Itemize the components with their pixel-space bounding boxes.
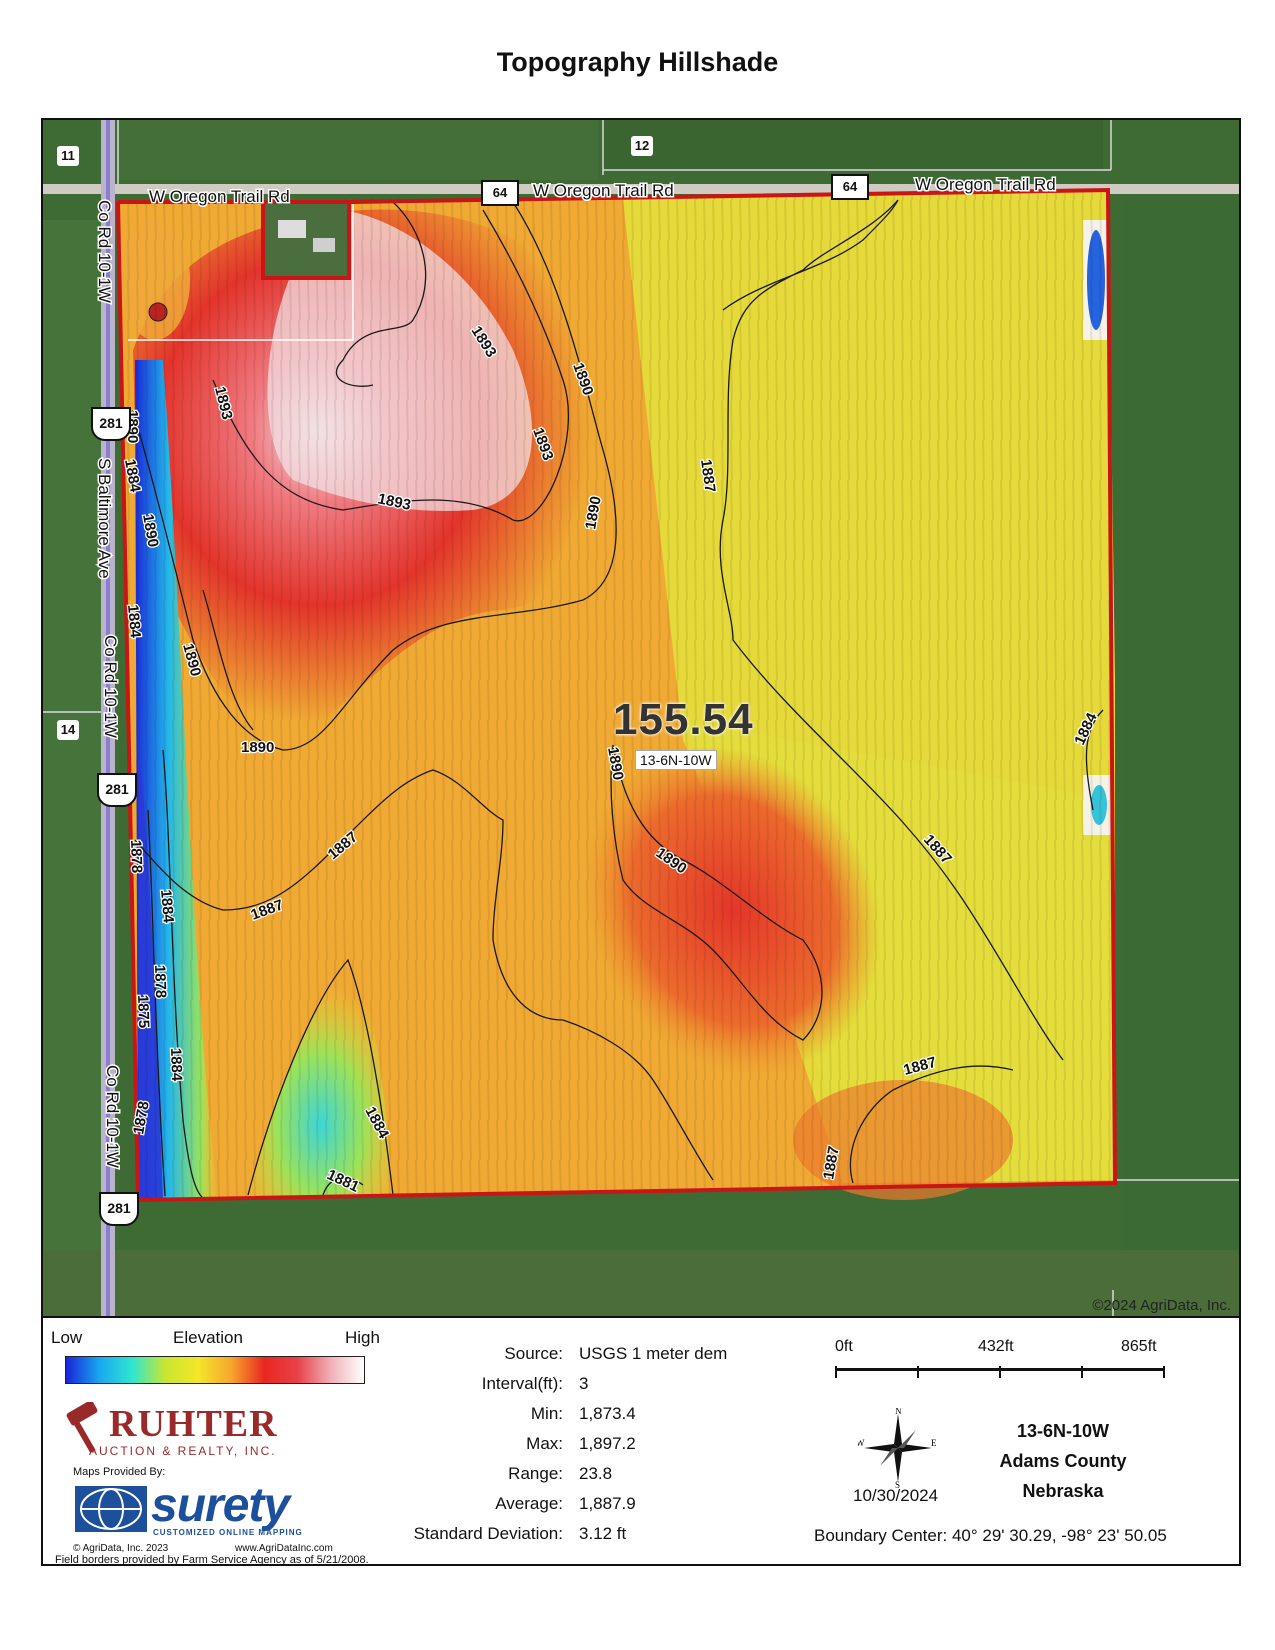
stat-key: Max: bbox=[526, 1434, 563, 1453]
elevation-color-ramp bbox=[65, 1356, 365, 1384]
contour-label: 1875 bbox=[134, 995, 152, 1029]
contour-label: 1884 bbox=[157, 889, 177, 924]
route-281-shield: 281 bbox=[91, 407, 131, 441]
road-label-co-rd: Co Rd 10-1W bbox=[95, 200, 114, 303]
stat-value: 1,873.4 bbox=[579, 1404, 636, 1423]
map-copyright: ©2024 AgriData, Inc. bbox=[1092, 1297, 1231, 1314]
legend-elevation: Elevation bbox=[173, 1328, 243, 1347]
contour-label: 1884 bbox=[167, 1048, 185, 1083]
legend-panel: Low Elevation High Source: USGS 1 meter d… bbox=[41, 1316, 1241, 1566]
compass-rose-icon: N S E W bbox=[856, 1406, 937, 1490]
compass-e: E bbox=[931, 1438, 937, 1448]
stat-value: 3 bbox=[579, 1374, 589, 1393]
map-view[interactable]: 1893 1893 1893 1893 1890 1890 1890 1890 … bbox=[41, 118, 1241, 1318]
contour-label: 1884 bbox=[124, 604, 144, 639]
stat-value: 3.12 ft bbox=[579, 1524, 627, 1543]
stat-key: Range: bbox=[508, 1464, 563, 1483]
stat-key: Standard Deviation: bbox=[413, 1524, 563, 1543]
contour-label: 1878 bbox=[151, 965, 169, 999]
stat-key: Source: bbox=[504, 1344, 563, 1363]
page-title: Topography Hillshade bbox=[496, 47, 779, 77]
route-64-sign: 64 bbox=[831, 174, 869, 200]
ruhter-name: RUHTER bbox=[109, 1403, 278, 1445]
location-parcel: 13-6N-10W bbox=[1016, 1421, 1110, 1441]
agridata-copyright: © AgriData, Inc. 2023 bbox=[73, 1543, 169, 1554]
parcel-label: 13-6N-10W bbox=[635, 750, 717, 770]
map-date: 10/30/2024 bbox=[853, 1486, 939, 1505]
legend-low: Low bbox=[51, 1328, 83, 1347]
surety-logo: surety CUSTOMIZED ONLINE MAPPING bbox=[73, 1479, 343, 1540]
section-number: 14 bbox=[57, 720, 79, 740]
scale-label-mid: 432ft bbox=[978, 1338, 1014, 1355]
stat-value: 1,887.9 bbox=[579, 1494, 636, 1513]
section-number: 12 bbox=[631, 136, 653, 156]
stat-value: USGS 1 meter dem bbox=[579, 1344, 728, 1363]
road-label-oregon: W Oregon Trail Rd bbox=[915, 175, 1056, 194]
stat-key: Min: bbox=[530, 1404, 563, 1423]
road-label-co-rd: Co Rd 10-1W bbox=[101, 635, 120, 738]
compass-n: N bbox=[895, 1408, 902, 1416]
road-label-baltimore: S Baltimore Ave bbox=[95, 458, 114, 579]
location-block: 13-6N-10W Adams County Nebraska bbox=[988, 1416, 1138, 1506]
contour-label: 1890 bbox=[241, 739, 274, 756]
scale-label-end: 865ft bbox=[1121, 1338, 1157, 1355]
ruhter-subtitle: AUCTION & REALTY, INC. bbox=[89, 1444, 277, 1458]
maps-provided-label: Maps Provided By: bbox=[73, 1466, 166, 1478]
stat-key: Interval(ft): bbox=[481, 1374, 563, 1393]
agridata-url[interactable]: www.AgriDataInc.com bbox=[235, 1543, 333, 1554]
acres-label: 155.54 bbox=[613, 695, 754, 744]
route-281-shield: 281 bbox=[99, 1192, 139, 1226]
stat-value: 23.8 bbox=[579, 1464, 613, 1483]
location-county: Adams County bbox=[999, 1451, 1127, 1471]
road-label-oregon: W Oregon Trail Rd bbox=[149, 187, 290, 206]
road-label-oregon: W Oregon Trail Rd bbox=[533, 181, 674, 200]
surety-word: surety bbox=[151, 1479, 290, 1532]
scale-label-zero: 0ft bbox=[835, 1338, 853, 1355]
stat-key: Average: bbox=[495, 1494, 563, 1513]
globe-icon bbox=[75, 1486, 147, 1532]
surety-tagline: CUSTOMIZED ONLINE MAPPING bbox=[153, 1528, 303, 1537]
route-64-sign: 64 bbox=[481, 180, 519, 206]
route-281-shield: 281 bbox=[97, 773, 137, 807]
field-borders-note: Field borders provided by Farm Service A… bbox=[55, 1554, 369, 1566]
location-state: Nebraska bbox=[1022, 1481, 1104, 1501]
compass-w: W bbox=[858, 1438, 865, 1448]
boundary-center: Boundary Center: 40° 29' 30.29, -98° 23'… bbox=[814, 1526, 1167, 1545]
contour-label: 1878 bbox=[127, 840, 145, 874]
north-arrow: N S E W bbox=[856, 1406, 938, 1493]
stat-value: 1,897.2 bbox=[579, 1434, 636, 1453]
section-number: 11 bbox=[57, 146, 79, 166]
road-label-co-rd: Co Rd 10-1W bbox=[103, 1065, 122, 1168]
